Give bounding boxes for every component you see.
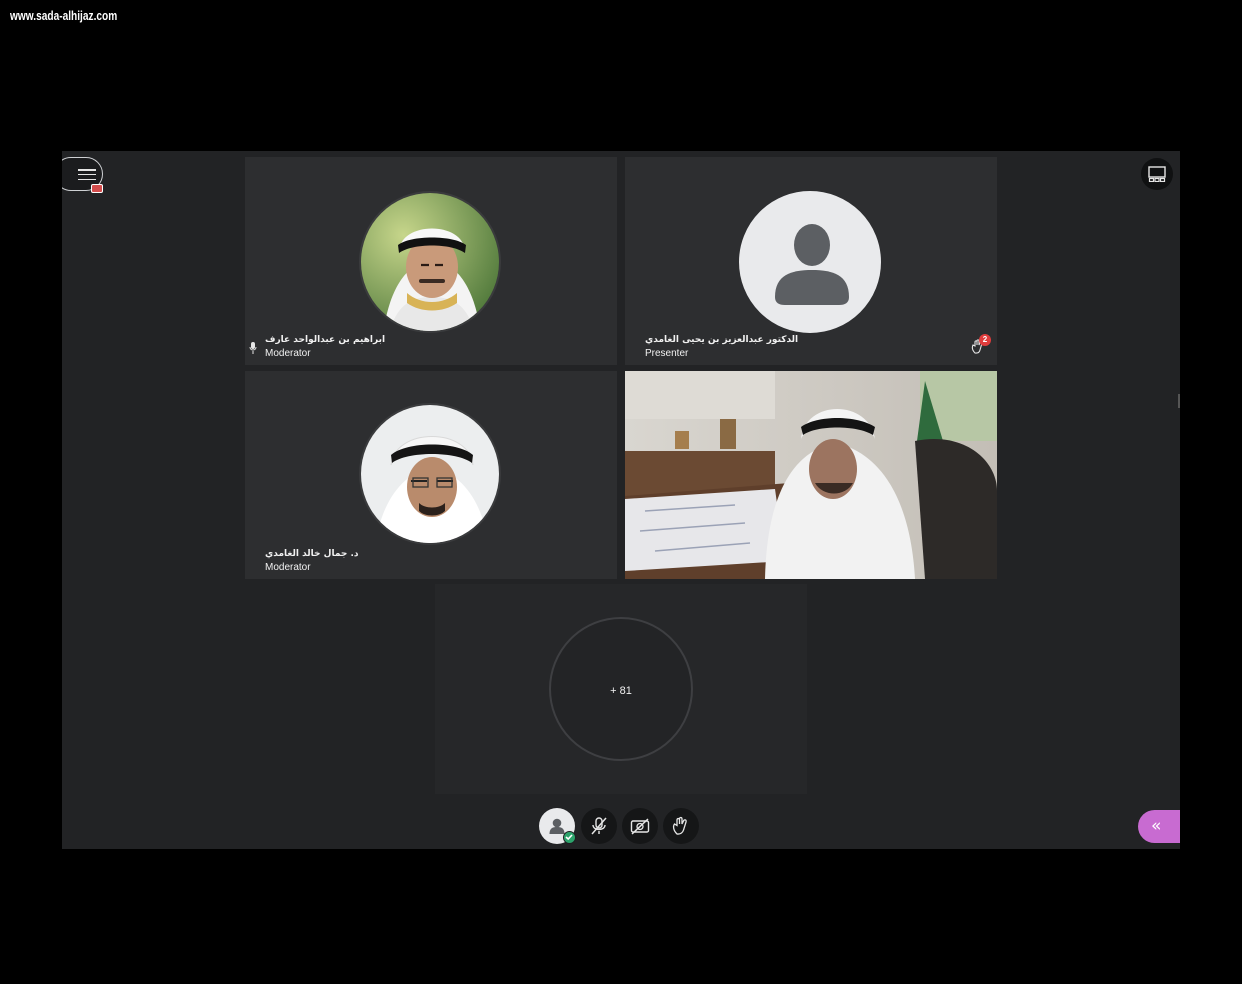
more-participants-circle: + 81 — [549, 617, 693, 761]
microphone-toggle-button[interactable] — [581, 808, 617, 844]
camera-toggle-button[interactable] — [622, 808, 658, 844]
expand-panel-button[interactable]: « — [1138, 810, 1180, 843]
conference-app: ابراهيم بن عبدالواحد عارف Moderator الدك… — [62, 151, 1180, 849]
hamburger-menu-icon — [78, 169, 96, 181]
participant-photo — [359, 403, 501, 545]
more-participants-count: + 81 — [610, 685, 632, 697]
participant-role: Moderator — [265, 348, 311, 359]
participant-role: Moderator — [265, 562, 311, 573]
menu-button[interactable] — [62, 157, 103, 193]
layout-button[interactable] — [1141, 158, 1173, 190]
raise-hand-button[interactable] — [663, 808, 699, 844]
video-frame — [625, 371, 997, 579]
more-participants-tile[interactable]: + 81 — [435, 584, 807, 794]
check-icon — [563, 831, 576, 844]
participant-tile[interactable]: ابراهيم بن عبدالواحد عارف Moderator — [245, 157, 617, 365]
layout-icon — [1148, 166, 1166, 182]
microphone-off-icon — [591, 817, 607, 835]
self-status-button[interactable] — [539, 808, 576, 844]
participant-name: ابراهيم بن عبدالواحد عارف — [265, 335, 386, 345]
recording-icon — [91, 184, 103, 193]
camera-off-icon — [630, 818, 650, 835]
participant-photo — [359, 191, 501, 333]
participant-tile[interactable]: الدكتور عبدالعزيز بن يحيى الغامدي Presen… — [625, 157, 997, 365]
raise-hand-icon — [672, 816, 687, 835]
participant-name: د. جمال خالد الغامدي — [265, 549, 359, 559]
microphone-icon — [249, 342, 257, 354]
scroll-handle[interactable] — [1178, 394, 1180, 408]
participant-tile[interactable]: د. جمال خالد الغامدي Moderator — [245, 371, 617, 579]
hand-count-badge: 2 — [979, 334, 991, 346]
participant-name: الدكتور عبدالعزيز بن يحيى الغامدي — [645, 335, 799, 345]
chevron-double-left-icon: « — [1151, 816, 1162, 836]
participant-video[interactable] — [625, 371, 997, 579]
watermark: www.sada-alhijaz.com — [10, 8, 118, 23]
user-avatar-icon — [739, 191, 881, 333]
participant-role: Presenter — [645, 348, 689, 359]
